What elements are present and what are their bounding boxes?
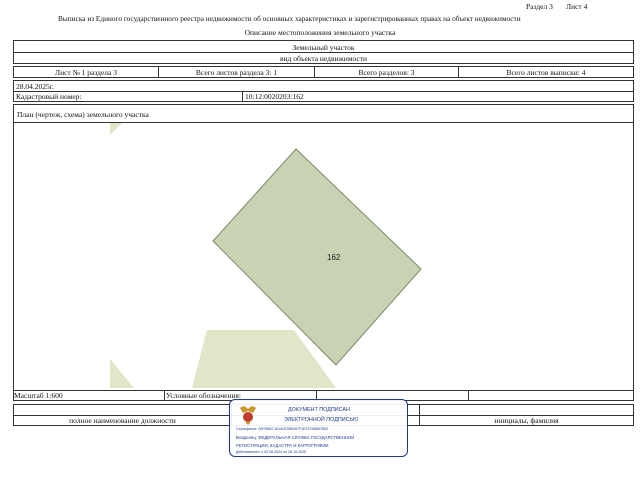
certificate: Сертификат: 00F9BDC161A023B6497F1E237968… (236, 427, 329, 431)
signed-line-2: ЭЛЕКТРОННОЙ ПОДПИСЬЮ (284, 417, 359, 423)
parcel-number: 162 (327, 253, 341, 262)
emblem-icon (240, 406, 256, 425)
object-type-block: Земельный участок вид объекта недвижимос… (13, 40, 634, 64)
name-caption: инициалы, фамилия (494, 416, 559, 425)
scale: Масштаб 1:600 (14, 391, 63, 400)
date-cadastral-block: 28.04.2025г. Кадастровый номер: 10:12:00… (13, 80, 634, 102)
legend-label: Условные обозначения: (166, 391, 242, 400)
owner-line-2: РЕГИСТРАЦИИ, КАДАСТРА И КАРТОГРАФИИ (236, 443, 329, 448)
e-signature-stamp: ДОКУМЕНТ ПОДПИСАН ЭЛЕКТРОННОЙ ПОДПИСЬЮ С… (229, 399, 408, 457)
total-in-section: Всего листов раздела 3: 1 (195, 68, 278, 77)
section-label: Раздел 3 (526, 2, 553, 11)
document-title: Выписка из Единого государственного реес… (58, 14, 521, 23)
plan-drawing: 162 (110, 123, 422, 388)
signed-line-1: ДОКУМЕНТ ПОДПИСАН (288, 407, 350, 413)
neighbor-parcel-top (110, 123, 122, 135)
validity: Действителен: с 02.08.2024 по 26.10.2025 (236, 450, 307, 454)
cadastral-number: 10:12:0020203:162 (245, 92, 304, 101)
sheets-row: Лист № 1 раздела 3 Всего листов раздела … (13, 66, 634, 78)
plan-title: План (чертеж, схема) земельного участка (17, 110, 149, 119)
sheet-number: Лист № 1 раздела 3 (55, 68, 117, 77)
neighbor-parcel-left (110, 359, 134, 388)
total-sheets: Всего листов выписки: 4 (506, 68, 586, 77)
plan-area: План (чертеж, схема) земельного участка … (13, 104, 634, 401)
owner-line-1: Владелец: ФЕДЕРАЛЬНАЯ СЛУЖБА ГОСУДАРСТВЕ… (236, 435, 355, 440)
object-type-caption: вид объекта недвижимости (279, 54, 368, 63)
total-sections: Всего разделов: 3 (358, 68, 415, 77)
cadastral-label: Кадастровый номер: (16, 92, 82, 101)
document-subtitle: Описание местоположения земельного участ… (244, 28, 396, 37)
sheet-label: Лист 4 (566, 2, 588, 11)
position-caption: полное наименование должности (69, 416, 176, 425)
